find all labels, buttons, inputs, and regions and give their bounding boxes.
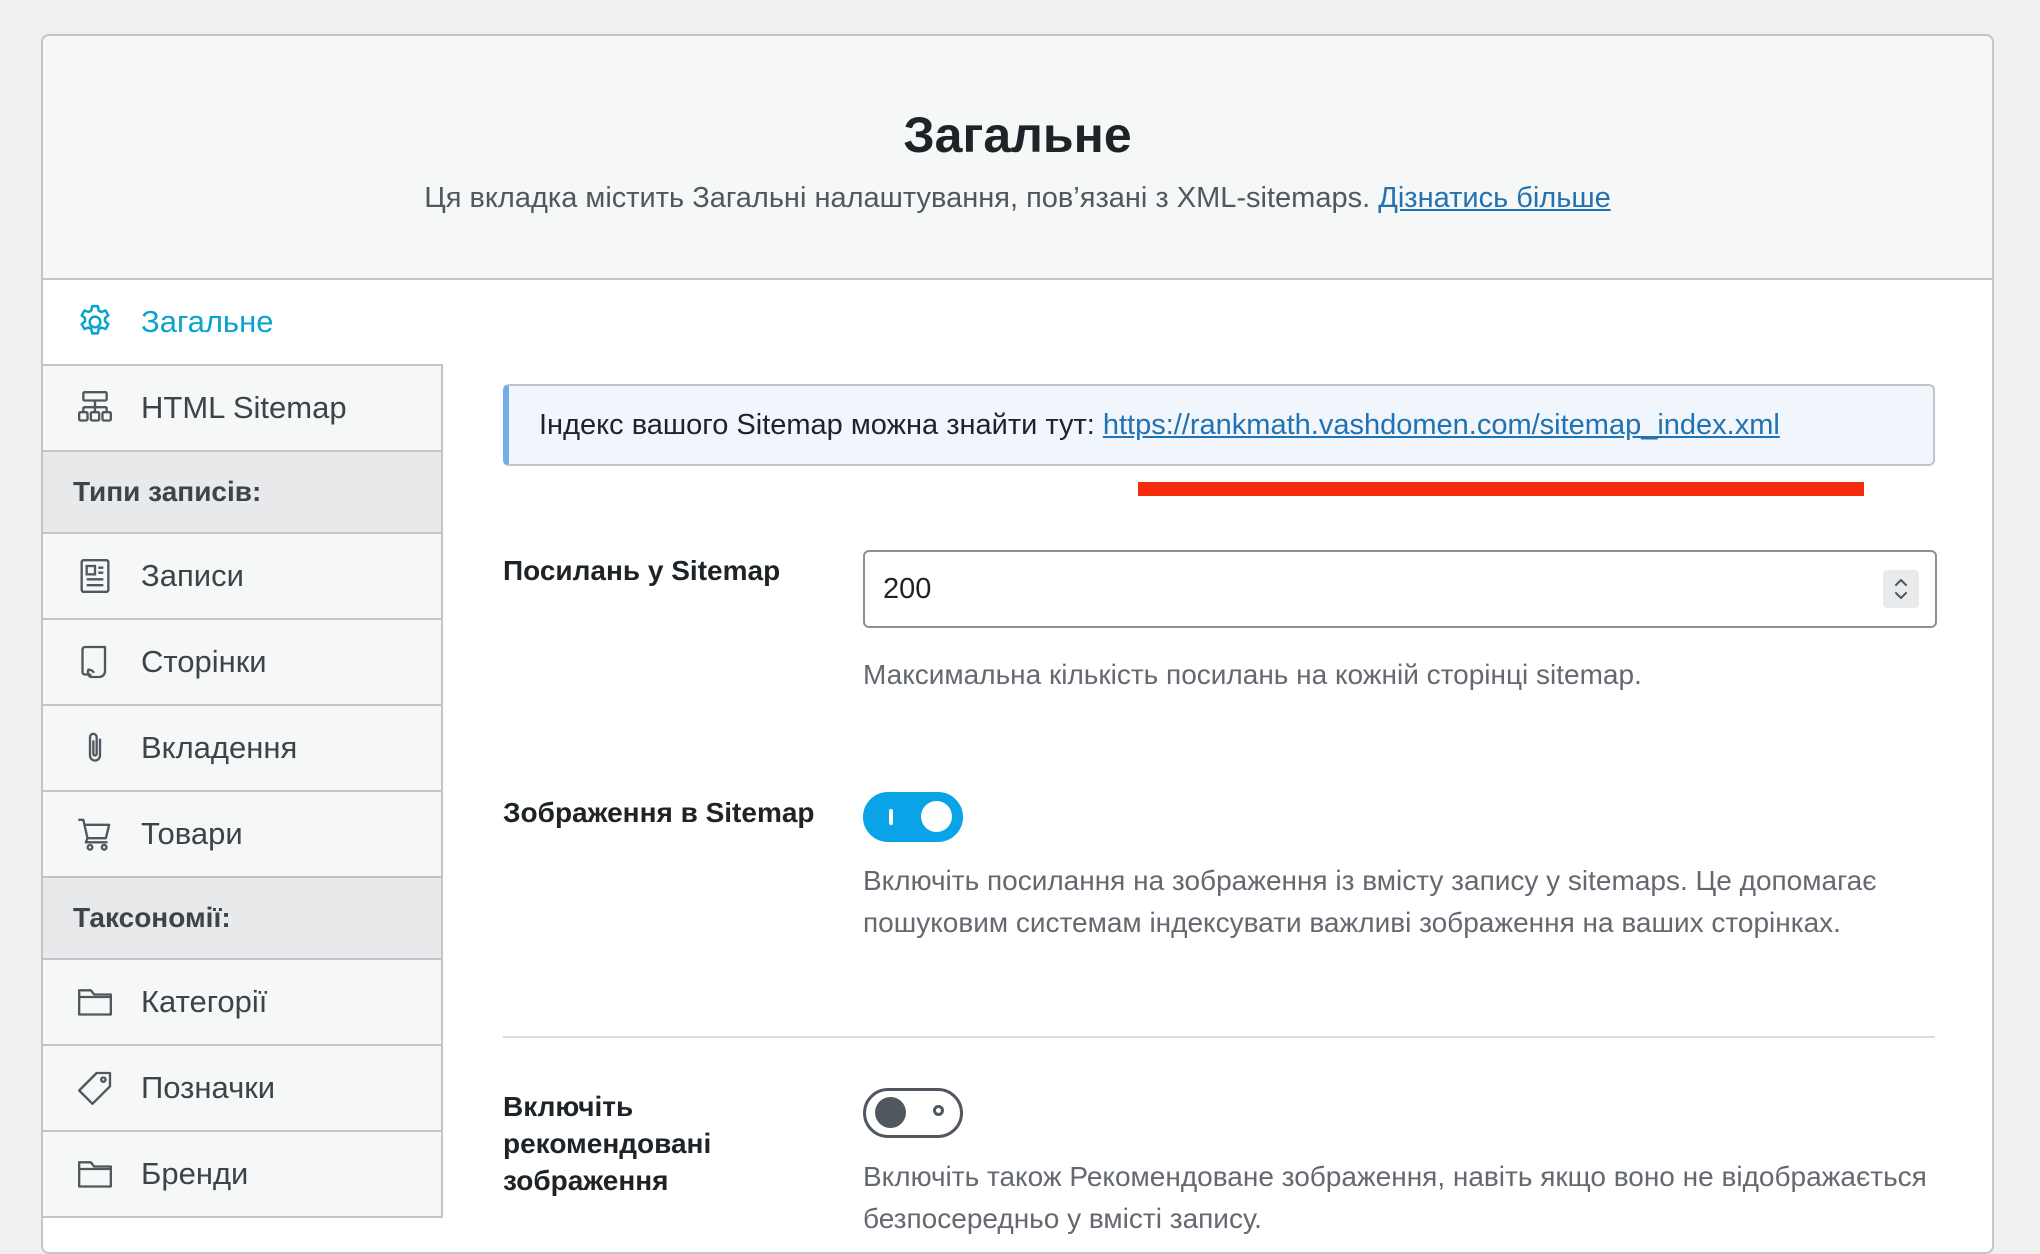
post-icon — [73, 554, 117, 598]
sidebar-item-brands[interactable]: Бренди — [43, 1132, 443, 1218]
highlight-underline — [1138, 482, 1864, 496]
sidebar-item-general[interactable]: Загальне — [43, 280, 443, 366]
sidebar-item-posts[interactable]: Записи — [43, 534, 443, 620]
featured-images-label: Включіть рекомендовані зображення — [503, 1091, 712, 1196]
gear-icon — [73, 300, 117, 344]
sidebar-item-label: Позначки — [141, 1070, 276, 1105]
number-spinner-icon[interactable] — [1883, 570, 1919, 608]
toggle-on-mark — [889, 809, 893, 825]
sitemap-index-link[interactable]: https://rankmath.vashdomen.com/sitemap_i… — [1103, 409, 1780, 442]
sidebar-item-label: Категорії — [141, 984, 268, 1019]
settings-sidebar: Загальне HTML Sitemap Типи записів: Запи… — [43, 280, 443, 1218]
sidebar-item-label: Сторінки — [141, 644, 267, 679]
toggle-knob — [921, 801, 952, 832]
folder-icon — [73, 980, 117, 1024]
sidebar-item-categories[interactable]: Категорії — [43, 960, 443, 1046]
sitemap-icon — [73, 386, 117, 430]
sitemap-index-notice: Індекс вашого Sitemap можна знайти тут: … — [503, 384, 1935, 466]
images-in-sitemap-help: Включіть посилання на зображення із вміс… — [863, 865, 1877, 938]
folder-icon — [73, 1152, 117, 1196]
cart-icon — [73, 812, 117, 856]
taxonomies-heading: Таксономії: — [43, 878, 443, 960]
sidebar-item-label: Записи — [141, 558, 244, 593]
learn-more-link[interactable]: Дізнатись більше — [1378, 182, 1611, 214]
sidebar-item-tags[interactable]: Позначки — [43, 1046, 443, 1132]
links-per-sitemap-input[interactable]: 200 — [863, 550, 1937, 628]
links-per-sitemap-label: Посилань у Sitemap — [503, 555, 781, 586]
images-in-sitemap-label: Зображення в Sitemap — [503, 797, 815, 828]
sidebar-item-label: HTML Sitemap — [141, 390, 347, 425]
links-per-sitemap-help: Максимальна кількість посилань на кожній… — [863, 659, 1642, 690]
links-per-sitemap-value: 200 — [883, 572, 932, 605]
featured-images-help: Включіть також Рекомендоване зображення,… — [863, 1161, 1927, 1234]
sidebar-item-products[interactable]: Товари — [43, 792, 443, 878]
post-types-heading: Типи записів: — [43, 452, 443, 534]
settings-panel: Загальне Ця вкладка містить Загальні нал… — [41, 34, 1994, 1254]
page-icon — [73, 640, 117, 684]
featured-images-toggle[interactable] — [863, 1088, 963, 1138]
sidebar-item-label: Бренди — [141, 1156, 249, 1191]
paperclip-icon — [73, 726, 117, 770]
sidebar-item-attachments[interactable]: Вкладення — [43, 706, 443, 792]
sidebar-item-html-sitemap[interactable]: HTML Sitemap — [43, 366, 443, 452]
sidebar-item-label: Загальне — [141, 304, 274, 339]
settings-header: Загальне Ця вкладка містить Загальні нал… — [43, 36, 1992, 280]
toggle-off-mark — [933, 1105, 944, 1116]
page-description-text: Ця вкладка містить Загальні налаштування… — [424, 182, 1371, 214]
page-title: Загальне — [903, 107, 1132, 163]
section-divider — [503, 1036, 1935, 1038]
images-in-sitemap-toggle[interactable] — [863, 792, 963, 842]
tag-icon — [73, 1066, 117, 1110]
sidebar-item-pages[interactable]: Сторінки — [43, 620, 443, 706]
sidebar-item-label: Вкладення — [141, 730, 298, 765]
sidebar-item-label: Товари — [141, 816, 243, 851]
page-description: Ця вкладка містить Загальні налаштування… — [43, 182, 1992, 215]
toggle-knob — [875, 1097, 906, 1128]
notice-text: Індекс вашого Sitemap можна знайти тут: — [539, 408, 1095, 441]
